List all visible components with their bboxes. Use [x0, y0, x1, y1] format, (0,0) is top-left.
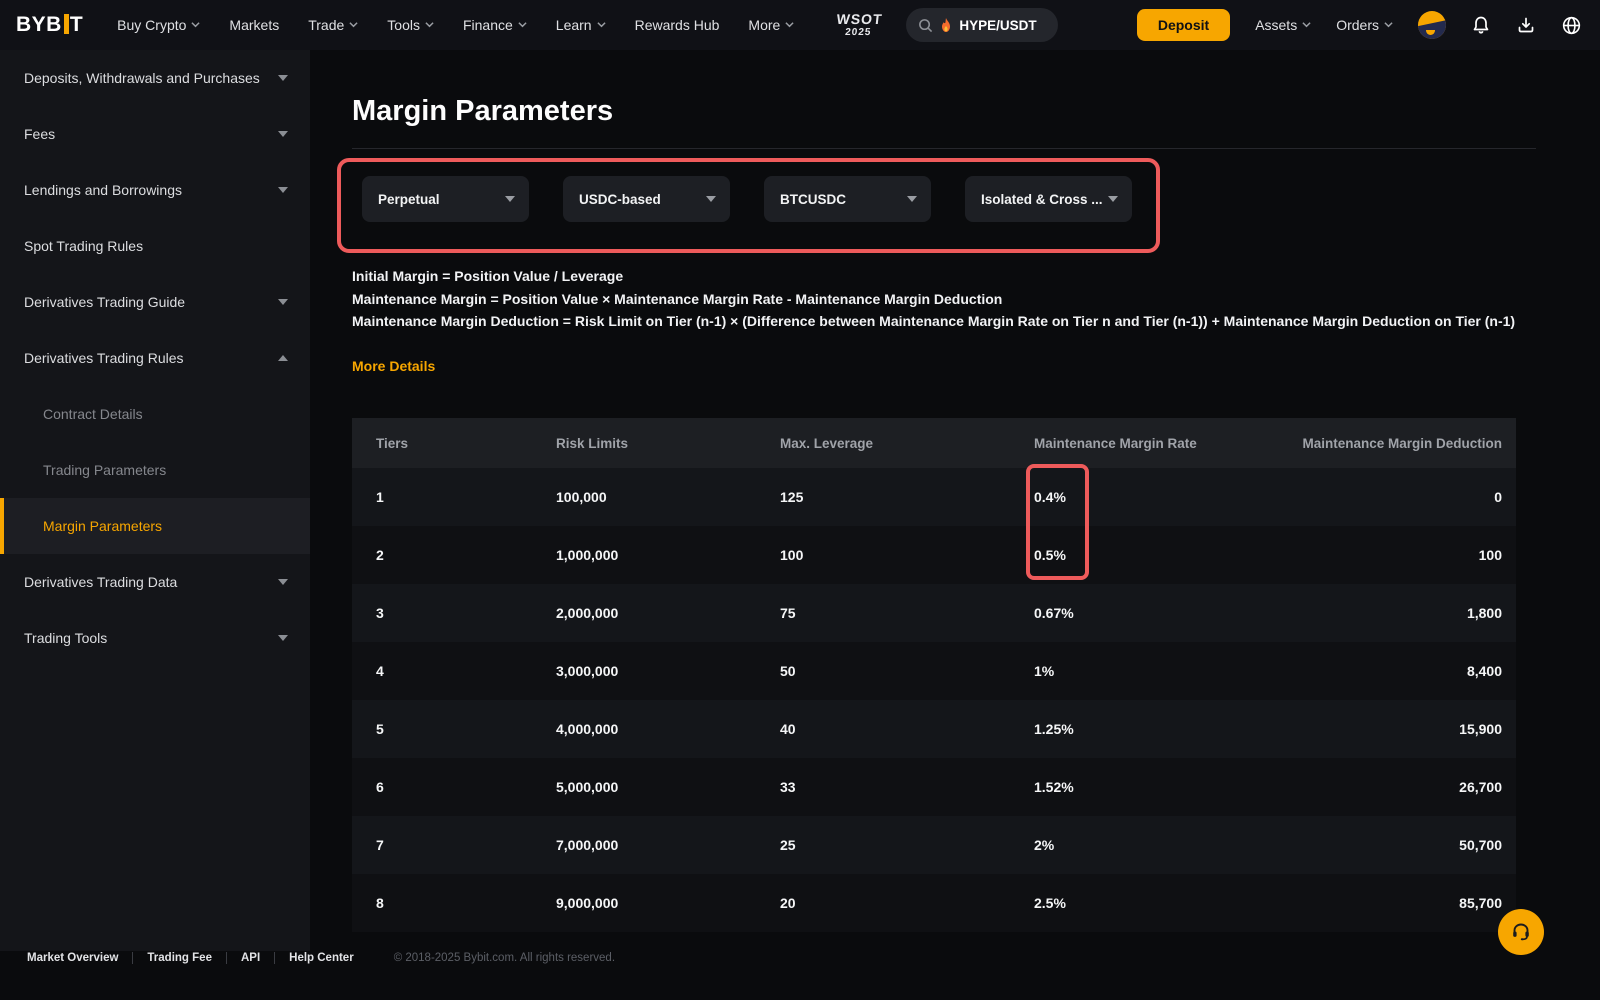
- sidebar-item-trading-tools[interactable]: Trading Tools: [0, 610, 310, 666]
- search-input[interactable]: HYPE/USDT: [906, 8, 1059, 42]
- chevron-down-icon: [191, 20, 201, 29]
- filter-dropdown-row: Perpetual USDC-based BTCUSDC Isolated & …: [362, 176, 1132, 222]
- chevron-down-icon: [1108, 196, 1118, 202]
- nav-mid-group: WSOT 2025 HYPE/USDT: [835, 8, 1059, 42]
- table-header-row: Tiers Risk Limits Max. Leverage Maintena…: [352, 418, 1516, 468]
- footer-divider: [274, 952, 276, 964]
- sidebar-item-fees[interactable]: Fees: [0, 106, 310, 162]
- nav-item-buy-crypto[interactable]: Buy Crypto: [117, 17, 201, 33]
- notifications-bell-icon[interactable]: [1471, 15, 1491, 35]
- copyright-text: © 2018-2025 Bybit.com. All rights reserv…: [393, 952, 616, 964]
- chevron-down-icon: [278, 579, 288, 585]
- nav-item-orders[interactable]: Orders: [1336, 17, 1393, 33]
- page-title: Margin Parameters: [352, 95, 614, 127]
- sidebar-item-spot-trading-rules[interactable]: Spot Trading Rules: [0, 218, 310, 274]
- formula-initial-margin: Initial Margin = Position Value / Levera…: [352, 268, 624, 284]
- user-avatar[interactable]: [1418, 11, 1446, 39]
- chevron-down-icon: [278, 187, 288, 193]
- bybit-logo[interactable]: BYB T: [16, 13, 83, 37]
- language-globe-icon[interactable]: [1561, 15, 1582, 36]
- logo-i-bar: [63, 14, 69, 34]
- search-value: HYPE/USDT: [959, 17, 1037, 33]
- nav-item-tools[interactable]: Tools: [387, 17, 434, 33]
- sidebar-item-deposits-withdrawals[interactable]: Deposits, Withdrawals and Purchases: [0, 50, 310, 106]
- formula-maintenance-margin-deduction: Maintenance Margin Deduction = Risk Limi…: [352, 313, 1516, 329]
- chevron-down-icon: [596, 20, 606, 29]
- wsot-2025-logo[interactable]: WSOT 2025: [835, 11, 884, 38]
- download-app-icon[interactable]: [1516, 15, 1536, 35]
- sidebar-item-derivatives-trading-data[interactable]: Derivatives Trading Data: [0, 554, 310, 610]
- margin-formulas: Initial Margin = Position Value / Levera…: [352, 265, 1530, 333]
- col-header-max-leverage: Max. Leverage: [756, 418, 1010, 468]
- sidebar-item-derivatives-trading-rules[interactable]: Derivatives Trading Rules: [0, 330, 310, 386]
- nav-item-learn[interactable]: Learn: [556, 17, 606, 33]
- search-icon: [918, 18, 933, 33]
- chevron-down-icon: [278, 635, 288, 641]
- chevron-down-icon: [349, 20, 358, 29]
- col-header-mmr: Maintenance Margin Rate: [1010, 418, 1210, 468]
- footer-link-help-center[interactable]: Help Center: [289, 952, 354, 964]
- col-header-tiers: Tiers: [352, 418, 532, 468]
- table-row: 3 2,000,000 75 0.67% 1,800: [352, 584, 1516, 642]
- chevron-down-icon: [1384, 20, 1393, 29]
- deposit-button[interactable]: Deposit: [1136, 9, 1231, 41]
- sidebar-item-margin-parameters-active[interactable]: Margin Parameters: [0, 498, 310, 554]
- page-footer: Market Overview Trading Fee API Help Cen…: [0, 938, 1600, 978]
- logo-text-2: T: [69, 13, 84, 36]
- formula-maintenance-margin: Maintenance Margin = Position Value × Ma…: [352, 290, 1003, 307]
- flame-icon: [940, 17, 952, 33]
- sidebar-item-contract-details[interactable]: Contract Details: [0, 386, 310, 442]
- chevron-down-icon: [518, 20, 527, 29]
- chevron-down-icon: [278, 299, 288, 305]
- docs-sidebar: Deposits, Withdrawals and Purchases Fees…: [0, 50, 310, 951]
- nav-item-rewards-hub[interactable]: Rewards Hub: [635, 17, 720, 33]
- table-row: 4 3,000,000 50 1% 8,400: [352, 642, 1516, 700]
- margin-mode-dropdown[interactable]: Isolated & Cross ...: [965, 176, 1132, 222]
- top-navbar: BYB T Buy Crypto Markets Trade Tools Fina…: [0, 0, 1600, 50]
- logo-text-1: BYB: [16, 13, 62, 36]
- chevron-down-icon: [278, 75, 288, 81]
- footer-link-trading-fee[interactable]: Trading Fee: [147, 952, 212, 964]
- chevron-down-icon: [425, 20, 434, 29]
- footer-link-market-overview[interactable]: Market Overview: [27, 952, 118, 964]
- chevron-down-icon: [706, 196, 716, 202]
- nav-item-markets[interactable]: Markets: [229, 17, 279, 33]
- chevron-down-icon: [278, 131, 288, 137]
- chevron-down-icon: [907, 196, 917, 202]
- contract-type-dropdown[interactable]: Perpetual: [362, 176, 529, 222]
- main-menu: Buy Crypto Markets Trade Tools Finance L…: [117, 17, 794, 33]
- col-header-mmd: Maintenance Margin Deduction: [1210, 418, 1516, 468]
- settlement-dropdown[interactable]: USDC-based: [563, 176, 730, 222]
- table-row: 8 9,000,000 20 2.5% 85,700: [352, 874, 1516, 932]
- chevron-down-icon: [1302, 20, 1311, 29]
- title-divider: [352, 148, 1536, 149]
- margin-parameters-table: Tiers Risk Limits Max. Leverage Maintena…: [352, 418, 1516, 932]
- nav-item-finance[interactable]: Finance: [463, 17, 527, 33]
- nav-item-more[interactable]: More: [748, 17, 794, 33]
- sidebar-item-lendings-borrowings[interactable]: Lendings and Borrowings: [0, 162, 310, 218]
- table-row: 6 5,000,000 33 1.52% 26,700: [352, 758, 1516, 816]
- more-details-link[interactable]: More Details: [352, 358, 435, 374]
- col-header-risk-limits: Risk Limits: [532, 418, 756, 468]
- nav-item-trade[interactable]: Trade: [308, 17, 358, 33]
- nav-right-group: Deposit Assets Orders: [1136, 9, 1582, 41]
- table-row: 1 100,000 125 0.4% 0: [352, 468, 1516, 526]
- footer-divider: [132, 952, 134, 964]
- chevron-down-icon: [505, 196, 515, 202]
- chevron-up-icon: [278, 355, 288, 361]
- chevron-down-icon: [785, 20, 794, 29]
- headset-icon: [1510, 921, 1532, 943]
- table-row: 5 4,000,000 40 1.25% 15,900: [352, 700, 1516, 758]
- sidebar-item-trading-parameters[interactable]: Trading Parameters: [0, 442, 310, 498]
- footer-divider: [225, 952, 227, 964]
- table-row: 7 7,000,000 25 2% 50,700: [352, 816, 1516, 874]
- sidebar-item-derivatives-trading-guide[interactable]: Derivatives Trading Guide: [0, 274, 310, 330]
- nav-item-assets[interactable]: Assets: [1255, 17, 1311, 33]
- support-chat-button[interactable]: [1498, 909, 1544, 955]
- table-row: 2 1,000,000 100 0.5% 100: [352, 526, 1516, 584]
- symbol-dropdown[interactable]: BTCUSDC: [764, 176, 931, 222]
- footer-link-api[interactable]: API: [241, 952, 260, 964]
